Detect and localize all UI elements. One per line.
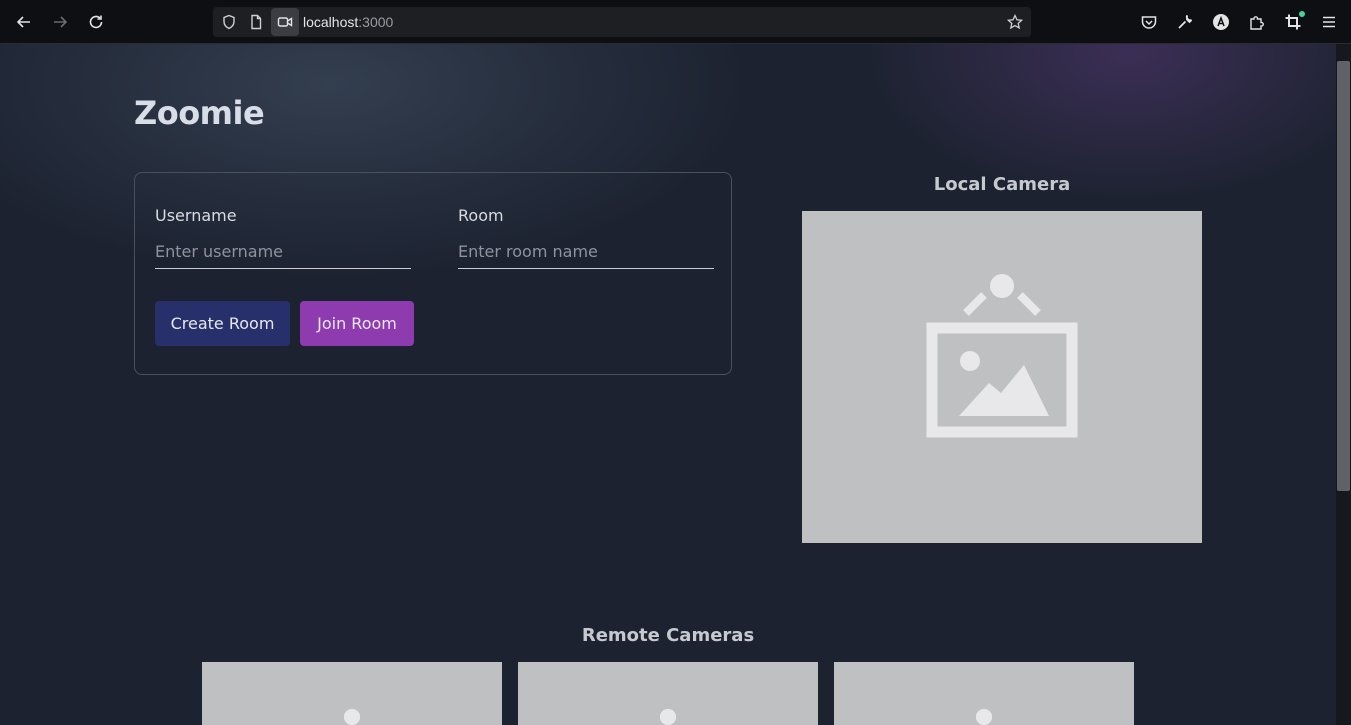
- camera-permission-icon[interactable]: [271, 8, 299, 36]
- reload-button[interactable]: [82, 8, 110, 36]
- join-room-button[interactable]: Join Room: [300, 301, 414, 346]
- username-label: Username: [155, 206, 237, 225]
- broken-image-icon: [659, 708, 677, 725]
- page-content: Zoomie Username Room Create Room Join Ro…: [0, 44, 1336, 725]
- wrench-icon: [1178, 15, 1193, 29]
- scrollbar-thumb[interactable]: [1337, 61, 1350, 491]
- account-button[interactable]: [1207, 8, 1235, 36]
- join-form-card: Username Room Create Room Join Room: [134, 172, 732, 375]
- shield-icon[interactable]: [220, 13, 238, 31]
- menu-button[interactable]: [1315, 8, 1343, 36]
- pocket-button[interactable]: [1135, 8, 1163, 36]
- page-icon[interactable]: [247, 13, 265, 31]
- app-title: Zoomie: [134, 94, 265, 132]
- account-avatar-icon: [1213, 14, 1229, 30]
- forward-button[interactable]: [46, 8, 74, 36]
- broken-image-icon: [343, 708, 361, 725]
- broken-image-icon: [926, 274, 1078, 438]
- broken-image-icon: [975, 708, 993, 725]
- url-text[interactable]: localhost:3000: [303, 14, 393, 30]
- remote-camera-video-3: [834, 662, 1134, 725]
- puzzle-icon: [1250, 16, 1264, 30]
- back-button[interactable]: [10, 8, 38, 36]
- remote-camera-video-1: [202, 662, 502, 725]
- username-input[interactable]: [155, 241, 411, 269]
- create-room-button[interactable]: Create Room: [155, 301, 290, 346]
- back-arrow-icon: [16, 16, 30, 28]
- url-host: localhost: [303, 14, 359, 30]
- url-port: :3000: [358, 14, 394, 30]
- remote-camera-video-2: [518, 662, 818, 725]
- pocket-icon: [1141, 16, 1157, 29]
- local-camera-video: [802, 211, 1202, 543]
- remote-cameras-title: Remote Cameras: [581, 625, 755, 646]
- browser-toolbar: localhost:3000: [0, 0, 1351, 44]
- room-input[interactable]: [458, 241, 714, 269]
- room-label: Room: [458, 206, 504, 225]
- extensions-button[interactable]: [1243, 8, 1271, 36]
- screenshot-button[interactable]: [1279, 8, 1307, 36]
- reload-icon: [89, 15, 103, 29]
- url-bar[interactable]: localhost:3000: [213, 7, 1031, 37]
- bookmark-star-icon[interactable]: [1006, 13, 1024, 31]
- forward-arrow-icon: [54, 16, 68, 28]
- devtools-button[interactable]: [1171, 8, 1199, 36]
- notification-dot: [1299, 11, 1305, 17]
- hamburger-menu-icon: [1323, 16, 1335, 28]
- local-camera-title: Local Camera: [933, 174, 1071, 195]
